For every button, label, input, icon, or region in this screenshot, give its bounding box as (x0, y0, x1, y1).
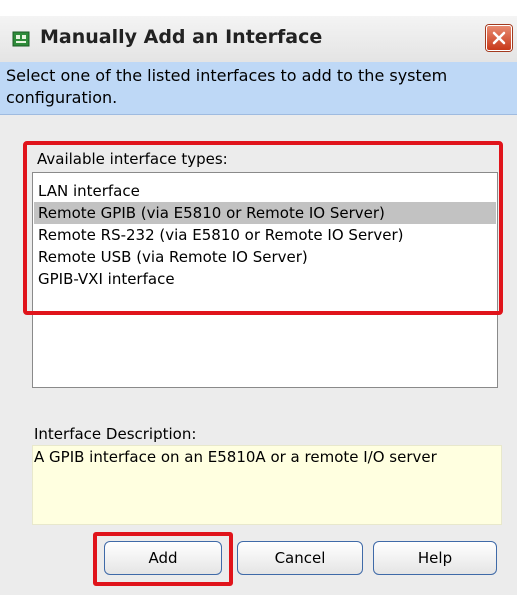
interface-app-icon (12, 30, 30, 48)
instruction-text: Select one of the listed interfaces to a… (6, 66, 448, 107)
description-box: A GPIB interface on an E5810A or a remot… (32, 445, 502, 525)
instruction-banner: Select one of the listed interfaces to a… (0, 62, 517, 115)
window-title: Manually Add an Interface (40, 26, 323, 48)
interface-types-list[interactable]: LAN interface Remote GPIB (via E5810 or … (32, 172, 498, 388)
list-item-remote-usb[interactable]: Remote USB (via Remote IO Server) (34, 246, 496, 268)
help-button[interactable]: Help (373, 541, 497, 575)
cancel-button[interactable]: Cancel (237, 541, 363, 575)
add-button[interactable]: Add (104, 541, 222, 575)
close-icon (492, 31, 506, 45)
description-label: Interface Description: (34, 425, 197, 443)
description-text: A GPIB interface on an E5810A or a remot… (34, 448, 437, 466)
list-item-lan[interactable]: LAN interface (34, 180, 496, 202)
available-types-label: Available interface types: (37, 150, 228, 168)
list-item-gpib-vxi[interactable]: GPIB-VXI interface (34, 268, 496, 290)
title-bar: Manually Add an Interface (0, 16, 517, 63)
close-button[interactable] (486, 25, 512, 51)
list-item-remote-gpib[interactable]: Remote GPIB (via E5810 or Remote IO Serv… (34, 202, 496, 224)
list-item-remote-rs232[interactable]: Remote RS-232 (via E5810 or Remote IO Se… (34, 224, 496, 246)
